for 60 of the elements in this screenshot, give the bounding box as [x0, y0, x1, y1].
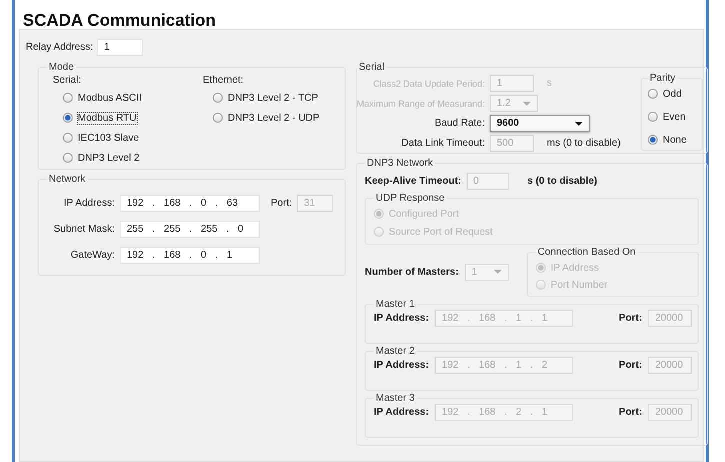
- radio-label[interactable]: Even: [663, 112, 686, 122]
- radio-button[interactable]: [63, 153, 73, 163]
- group-title: Network: [48, 174, 87, 185]
- field-label: Class2 Data Update Period:: [372, 78, 485, 88]
- unit-label: ms (0 to disable): [547, 138, 621, 149]
- group-title: Connection Based On: [536, 247, 637, 258]
- field-label: IP Address:: [374, 407, 430, 418]
- field-label: IP Address:: [374, 313, 430, 324]
- relay-address-field[interactable]: 1: [97, 38, 144, 56]
- dropdown[interactable]: 9600: [490, 115, 590, 132]
- unit-label: s: [547, 78, 552, 89]
- radio-label[interactable]: Modbus RTU: [78, 112, 137, 124]
- group-title: DNP3 Network: [366, 158, 434, 169]
- field-label: Keep-Alive Timeout:: [365, 176, 462, 186]
- radio-button[interactable]: [63, 133, 73, 143]
- caret-icon: [523, 102, 531, 106]
- field-label: Number of Masters:: [365, 266, 459, 278]
- field-label: IP Address:: [63, 198, 115, 209]
- radio-button[interactable]: [648, 89, 658, 99]
- group-title: Parity: [649, 73, 677, 84]
- port-field[interactable]: 31: [297, 195, 334, 212]
- group-title: Master 3: [375, 393, 416, 404]
- radio-button[interactable]: [648, 112, 658, 122]
- group-title: Serial: [358, 62, 386, 73]
- ip-address-field[interactable]: 255 . 255 . 255 . 0: [120, 221, 260, 238]
- radio-label[interactable]: DNP3 Level 2 - UDP: [228, 112, 320, 124]
- radio-label[interactable]: IEC103 Slave: [78, 132, 140, 144]
- radio-label[interactable]: DNP3 Level 2 - TCP: [228, 92, 318, 104]
- radio-label[interactable]: Modbus ASCII: [78, 92, 142, 104]
- ip-address-field[interactable]: 192 . 168 . 0 . 63: [120, 195, 260, 212]
- field-label: Relay Address:: [26, 42, 94, 52]
- column-heading: Serial:: [53, 75, 82, 86]
- field-label: Port:: [271, 198, 292, 209]
- field-label: GateWay:: [70, 250, 115, 261]
- radio-button[interactable]: [213, 113, 223, 123]
- radio-button[interactable]: [648, 135, 658, 145]
- ip-address-field[interactable]: 192 . 168 . 0 . 1: [120, 247, 260, 264]
- caret-icon: [575, 122, 583, 126]
- radio-button[interactable]: [63, 113, 73, 123]
- radio-label[interactable]: Odd: [663, 88, 682, 100]
- field-label: Port:: [619, 360, 642, 371]
- group-title: Mode: [48, 62, 76, 73]
- unit-label: s (0 to disable): [528, 176, 598, 186]
- caret-icon: [494, 270, 502, 274]
- field-label: Subnet Mask:: [52, 224, 115, 235]
- field-label: Data Link Timeout:: [400, 138, 485, 149]
- radio-label[interactable]: None: [663, 134, 687, 146]
- group-title: Master 1: [375, 299, 416, 310]
- field-label: Port:: [619, 407, 642, 418]
- radio-button[interactable]: [213, 93, 223, 103]
- group-title: Master 2: [375, 346, 416, 357]
- field-label: Baud Rate:: [434, 118, 485, 129]
- field-label: IP Address:: [374, 360, 430, 371]
- window-title: SCADA Communication: [22, 10, 217, 29]
- radio-label[interactable]: DNP3 Level 2: [78, 152, 140, 164]
- column-heading: Ethernet:: [203, 75, 245, 86]
- field-label: Maximum Range of Measurand:: [357, 98, 485, 108]
- radio-button[interactable]: [63, 93, 73, 103]
- field-label: Port:: [619, 313, 642, 324]
- group-title: UDP Response: [375, 193, 446, 204]
